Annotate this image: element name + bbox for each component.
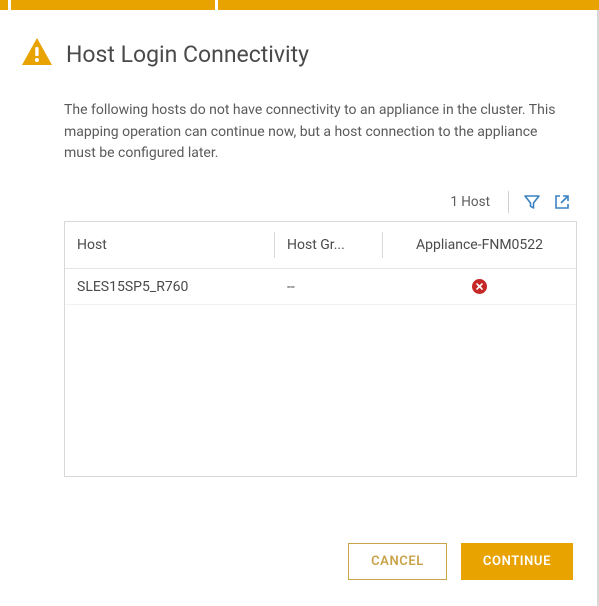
cancel-button[interactable]: CANCEL [348, 543, 447, 580]
connectivity-dialog: Host Login Connectivity The following ho… [0, 10, 599, 501]
dialog-title: Host Login Connectivity [66, 41, 309, 68]
warning-icon [22, 38, 52, 70]
continue-button[interactable]: CONTINUE [461, 543, 573, 580]
dialog-description: The following hosts do not have connecti… [64, 100, 569, 165]
column-header-host-group[interactable]: Host Gr... [275, 222, 383, 268]
error-status-icon [472, 279, 487, 294]
table-body: SLES15SP5_R760 -- [65, 268, 576, 476]
cell-host: SLES15SP5_R760 [65, 279, 275, 295]
dialog-header: Host Login Connectivity [22, 38, 577, 70]
export-icon[interactable] [553, 193, 571, 211]
cell-status [383, 279, 576, 294]
host-count-label: 1 Host [450, 194, 490, 210]
table-toolbar: 1 Host [64, 191, 577, 213]
dialog-footer: CANCEL CONTINUE [348, 543, 573, 580]
toolbar-divider [508, 191, 509, 213]
table-row[interactable]: SLES15SP5_R760 -- [65, 269, 576, 305]
filter-icon[interactable] [523, 193, 541, 211]
accent-top-bar [0, 0, 599, 10]
cell-host-group: -- [275, 279, 383, 295]
column-header-host[interactable]: Host [65, 222, 275, 268]
table-header-row: Host Host Gr... Appliance-FNM0522 [65, 222, 576, 268]
table-section: 1 Host Host Host Gr... Appliance-FNM0522 [64, 191, 577, 477]
column-header-appliance[interactable]: Appliance-FNM0522 [383, 222, 576, 268]
hosts-table: Host Host Gr... Appliance-FNM0522 SLES15… [64, 221, 577, 477]
